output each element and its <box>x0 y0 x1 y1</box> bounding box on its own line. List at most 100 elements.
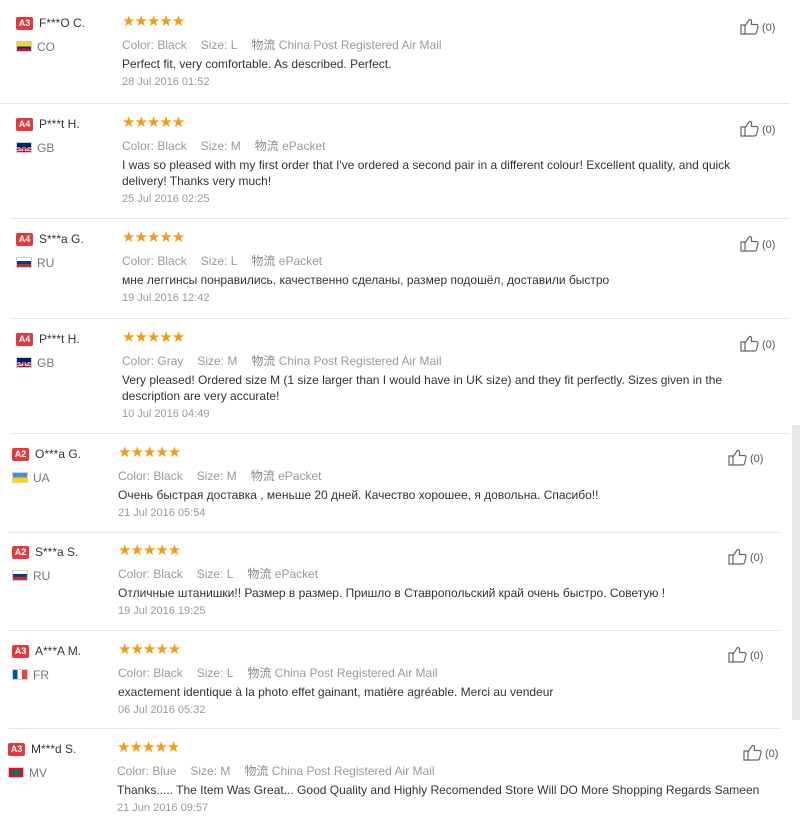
review-date: 28 Jul 2016 01:52 <box>122 76 210 88</box>
member-level-badge: A2 <box>12 448 29 461</box>
color-label: Color: <box>122 139 155 153</box>
size-value: M <box>230 139 241 153</box>
reviewer-country: RU <box>37 256 55 270</box>
member-level-badge: A3 <box>16 17 33 30</box>
shipping-label: 物流 <box>247 666 272 680</box>
size-value: M <box>220 764 231 778</box>
size-value: M <box>226 469 237 483</box>
thumbs-up-icon <box>740 235 762 255</box>
review-date: 21 Jun 2016 09:57 <box>117 802 209 814</box>
order-attributes: Color: Black Size: M 物流 ePacket <box>122 137 325 154</box>
review-text: Отличные штанишки!! Размер в размер. При… <box>118 586 666 600</box>
helpful-count: (0) <box>750 453 764 465</box>
review-text: I was so pleased with my first order tha… <box>122 158 731 188</box>
review-text: exactement identique à la photo effet ga… <box>118 685 554 699</box>
rating-stars: ★★★★★ <box>122 13 185 30</box>
size-label: Size: <box>200 38 228 52</box>
color-value: Black <box>153 567 183 581</box>
shipping-method: ePacket <box>278 254 323 268</box>
country-flag-icon <box>12 570 28 581</box>
helpful-count: (0) <box>762 22 776 34</box>
country-flag-icon <box>16 41 32 52</box>
size-value: L <box>230 254 238 268</box>
helpful-button[interactable]: (0) <box>740 120 775 140</box>
size-label: Size: <box>196 469 224 483</box>
review-date: 06 Jul 2016 05:32 <box>118 704 206 716</box>
helpful-count: (0) <box>765 748 779 760</box>
reviewer-name: P***t H. <box>39 117 80 131</box>
review-date: 19 Jul 2016 12:42 <box>122 292 210 304</box>
review-text: Perfect fit, very comfortable. As descri… <box>122 57 392 71</box>
reviewer-country: RU <box>33 569 51 583</box>
color-label: Color: <box>122 354 155 368</box>
reviewer-country: GB <box>37 356 55 370</box>
shipping-label: 物流 <box>247 567 272 581</box>
order-attributes: Color: Black Size: L 物流 ePacket <box>118 565 318 582</box>
reviewer-country: FR <box>33 668 49 682</box>
rating-stars: ★★★★★ <box>118 641 181 658</box>
helpful-button[interactable]: (0) <box>728 548 763 568</box>
shipping-method: ePacket <box>274 567 319 581</box>
review-divider <box>10 433 790 434</box>
helpful-button[interactable]: (0) <box>740 18 775 38</box>
member-level-badge: A3 <box>12 645 29 658</box>
size-value: L <box>226 666 234 680</box>
thumbs-up-icon <box>740 18 762 38</box>
reviewer-country: MV <box>29 766 47 780</box>
shipping-label: 物流 <box>251 38 276 52</box>
thumbs-up-icon <box>740 120 762 140</box>
member-level-badge: A4 <box>16 233 33 246</box>
color-label: Color: <box>118 567 151 581</box>
shipping-label: 物流 <box>251 354 276 368</box>
shipping-label: 物流 <box>254 139 279 153</box>
country-flag-icon <box>16 357 32 368</box>
review-text: Thanks..... The Item Was Great... Good Q… <box>117 783 760 797</box>
reviewer-country: CO <box>37 40 55 54</box>
review-text: мне леггинсы понравились. качественно сд… <box>122 273 610 287</box>
review-divider <box>0 103 790 104</box>
order-attributes: Color: Blue Size: M 物流 China Post Register… <box>117 762 435 779</box>
member-level-badge: A4 <box>16 118 33 131</box>
color-value: Blue <box>152 764 177 778</box>
order-attributes: Color: Black Size: M 物流 ePacket <box>118 467 321 484</box>
country-flag-icon <box>16 142 32 153</box>
reviewer-name: S***a G. <box>39 232 84 246</box>
review-date: 21 Jul 2016 05:54 <box>118 507 206 519</box>
helpful-button[interactable]: (0) <box>743 744 778 764</box>
color-label: Color: <box>118 469 151 483</box>
reviewer-name: A***A M. <box>35 644 82 658</box>
color-label: Color: <box>117 764 150 778</box>
shipping-method: China Post Registered Air Mail <box>271 764 435 778</box>
thumbs-up-icon <box>728 449 750 469</box>
color-label: Color: <box>122 254 155 268</box>
review-date: 10 Jul 2016 04:49 <box>122 408 210 420</box>
reviewer-name: O***a G. <box>35 447 82 461</box>
size-label: Size: <box>200 254 228 268</box>
reviewer-name: M***d S. <box>31 742 77 756</box>
rating-stars: ★★★★★ <box>122 329 185 346</box>
helpful-count: (0) <box>750 650 764 662</box>
country-flag-icon <box>12 669 28 680</box>
color-value: Black <box>157 139 187 153</box>
helpful-count: (0) <box>750 552 764 564</box>
order-attributes: Color: Black Size: L 物流 ePacket <box>122 252 322 269</box>
review-text: Очень быстрая доставка , меньше 20 дней.… <box>118 488 599 502</box>
helpful-button[interactable]: (0) <box>740 235 775 255</box>
reviewer-country: UA <box>33 471 50 485</box>
helpful-button[interactable]: (0) <box>728 646 763 666</box>
rating-stars: ★★★★★ <box>118 444 181 461</box>
reviewer-name: F***O C. <box>39 16 86 30</box>
review-date: 25 Jul 2016 02:25 <box>122 193 210 205</box>
country-flag-icon <box>8 767 24 778</box>
rating-stars: ★★★★★ <box>122 114 185 131</box>
scrollbar[interactable] <box>792 425 800 720</box>
helpful-button[interactable]: (0) <box>740 335 775 355</box>
review-divider <box>10 218 790 219</box>
shipping-method: China Post Registered Air Mail <box>274 666 438 680</box>
shipping-method: China Post Registered Air Mail <box>278 354 442 368</box>
helpful-count: (0) <box>762 124 776 136</box>
color-label: Color: <box>122 38 155 52</box>
helpful-button[interactable]: (0) <box>728 449 763 469</box>
size-value: L <box>230 38 238 52</box>
rating-stars: ★★★★★ <box>117 739 180 756</box>
